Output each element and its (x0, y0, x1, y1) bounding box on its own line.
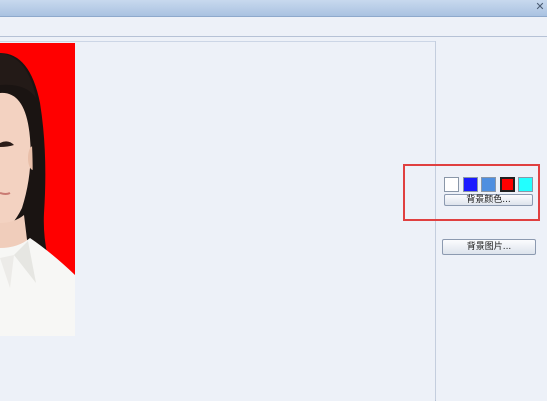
swatch-red[interactable] (500, 177, 515, 192)
background-image-button[interactable]: 背景图片... (442, 239, 536, 255)
background-color-highlight (403, 164, 540, 221)
swatch-light-blue[interactable] (481, 177, 496, 192)
window-titlebar: ✕ (0, 0, 547, 17)
swatch-blue[interactable] (463, 177, 478, 192)
close-button[interactable]: ✕ (535, 0, 545, 14)
swatch-cyan[interactable] (518, 177, 533, 192)
id-photo-preview (0, 43, 75, 336)
swatch-white[interactable] (444, 177, 459, 192)
portrait-image (0, 53, 75, 336)
background-color-button[interactable]: 背景颜色... (444, 194, 533, 206)
